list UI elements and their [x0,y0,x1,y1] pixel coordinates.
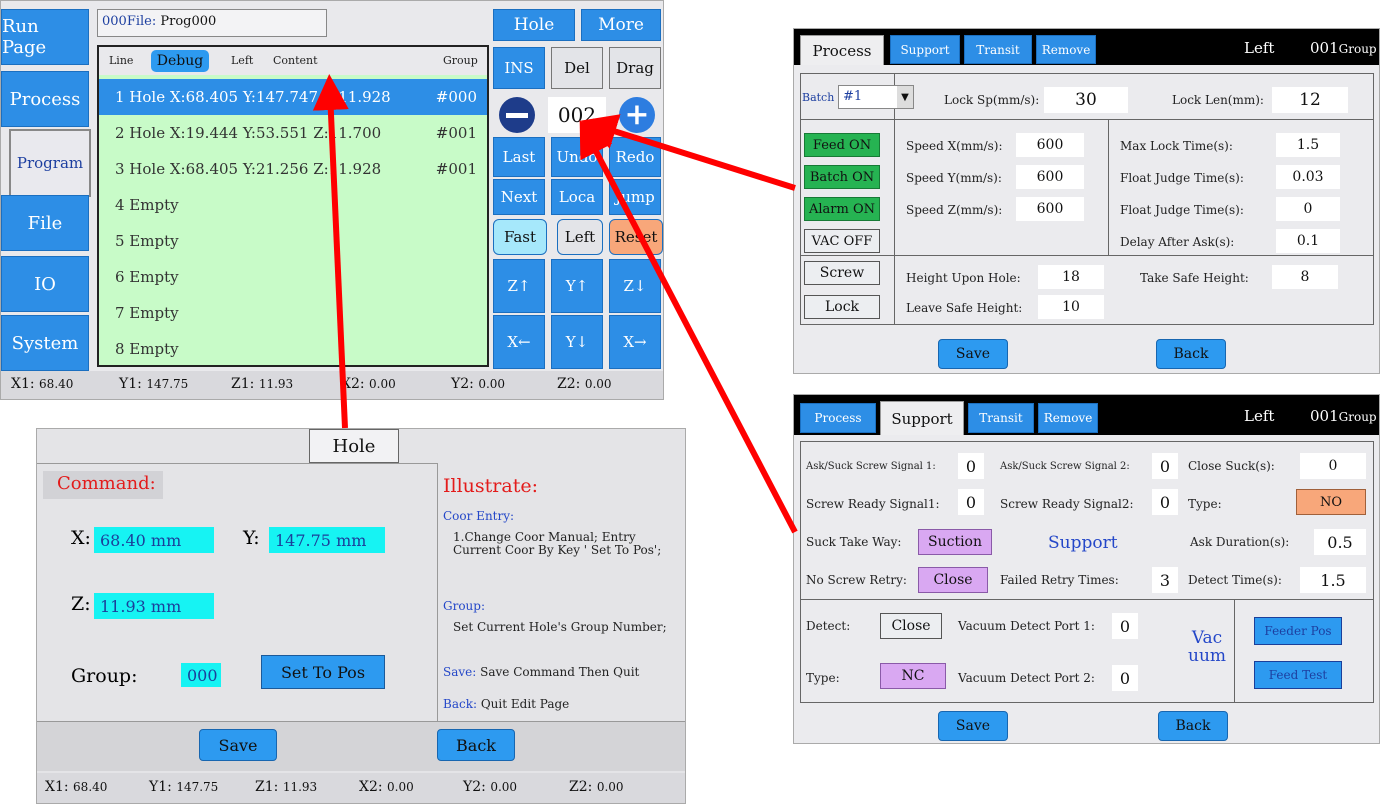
arrow-hole-to-row [312,74,349,429]
annotation-arrows [312,74,798,534]
arrow-support-to-counter [579,120,798,534]
arrow-process-to-counter [580,114,796,191]
